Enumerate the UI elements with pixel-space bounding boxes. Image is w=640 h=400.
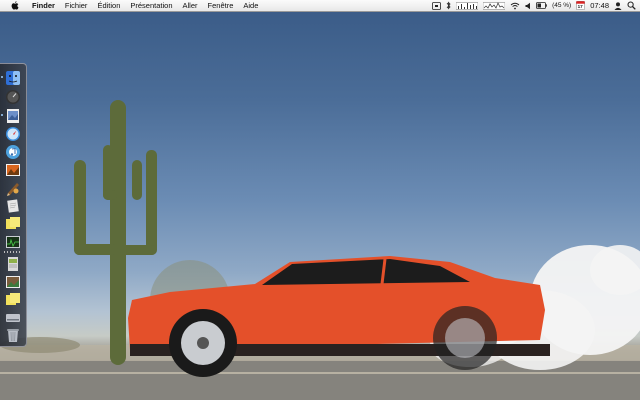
stickies-icon <box>6 217 20 229</box>
dashboard-icon <box>6 90 20 104</box>
calendar-day: 17 <box>577 3 583 9</box>
menu-finder[interactable]: Finder <box>27 0 60 11</box>
dock-stickies-2[interactable] <box>5 292 21 308</box>
dock-stickies[interactable] <box>5 216 21 232</box>
dock-finder[interactable] <box>5 70 21 86</box>
battery-icon[interactable] <box>536 0 547 11</box>
running-indicator <box>1 114 3 116</box>
running-indicator <box>1 76 3 78</box>
finder-icon <box>6 71 20 85</box>
dock-script-editor[interactable] <box>5 180 21 196</box>
bluetooth-icon[interactable] <box>446 0 451 11</box>
wifi-icon[interactable] <box>510 0 520 11</box>
stickies-2-icon <box>6 293 20 305</box>
activity-monitor-icon <box>6 236 20 248</box>
menubar-clock[interactable]: 07:48 <box>590 0 609 11</box>
dock-separator <box>4 251 22 253</box>
menu-aller[interactable]: Aller <box>178 0 203 11</box>
menu-fenetre[interactable]: Fenêtre <box>203 0 239 11</box>
input-menu-icon[interactable] <box>432 0 441 11</box>
dock-trash[interactable] <box>5 327 21 343</box>
preview-icon <box>7 109 19 123</box>
road-line <box>0 372 640 374</box>
dock-activity-monitor[interactable] <box>5 234 21 250</box>
menu-bar: Finder Fichier Édition Présentation Alle… <box>0 0 640 12</box>
dock-iphoto[interactable] <box>5 162 21 178</box>
itunes-icon <box>6 145 20 159</box>
dock-safari[interactable] <box>5 126 21 142</box>
apple-menu-icon[interactable] <box>9 0 21 11</box>
dock-photo[interactable] <box>5 274 21 290</box>
menu-fichier[interactable]: Fichier <box>60 0 93 11</box>
trash-icon <box>7 329 19 342</box>
dock-drive[interactable] <box>5 310 21 326</box>
desktop[interactable] <box>0 0 640 400</box>
dock <box>0 63 27 347</box>
network-activity-icon[interactable] <box>483 0 506 11</box>
spotlight-search-icon[interactable] <box>627 0 636 11</box>
dock-preview[interactable] <box>5 108 21 124</box>
battery-percentage[interactable]: (45 %) <box>552 0 571 11</box>
iphoto-icon <box>6 164 20 176</box>
user-icon[interactable] <box>614 0 622 11</box>
menu-aide[interactable]: Aide <box>238 0 263 11</box>
menu-presentation[interactable]: Présentation <box>125 0 177 11</box>
volume-icon[interactable] <box>525 0 531 11</box>
photo-icon <box>6 276 20 288</box>
script-editor-icon <box>7 183 19 196</box>
safari-icon <box>6 127 20 141</box>
calendar-icon[interactable]: 17 <box>576 0 586 11</box>
drive-icon <box>6 314 20 322</box>
textedit-icon <box>7 199 19 213</box>
document-icon <box>8 257 18 271</box>
dock-textedit[interactable] <box>5 198 21 214</box>
dock-document[interactable] <box>5 256 21 272</box>
menu-edition[interactable]: Édition <box>92 0 125 11</box>
dock-dashboard[interactable] <box>5 89 21 105</box>
wallpaper-image <box>0 100 640 400</box>
dock-itunes[interactable] <box>5 144 21 160</box>
cpu-monitor-icon[interactable] <box>456 0 479 11</box>
